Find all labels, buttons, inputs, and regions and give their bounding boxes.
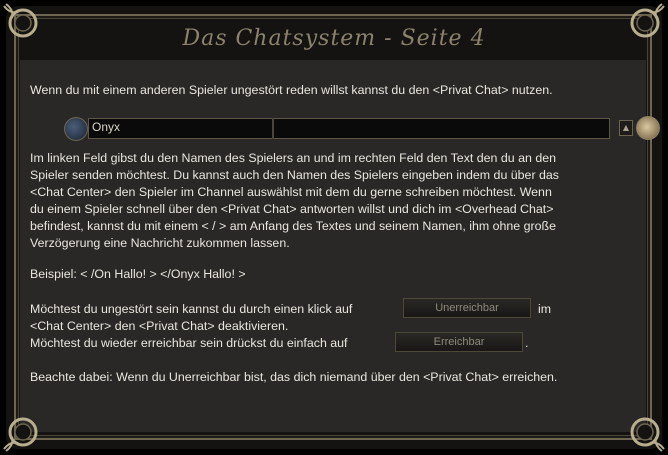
unreachable-text-before: Möchtest du ungestört sein kannst du dur… bbox=[30, 302, 353, 316]
unreachable-text-after: im bbox=[538, 302, 552, 316]
private-chat-bar: Onyx ▲ bbox=[62, 116, 660, 141]
reachable-button[interactable]: Erreichbar bbox=[395, 332, 523, 352]
reachable-text-after: . bbox=[525, 336, 529, 350]
explanation-line: Im linken Feld gibst du den Namen des Sp… bbox=[30, 151, 557, 165]
example-text: Beispiel: < /On Hallo! > </Onyx Hallo! > bbox=[30, 267, 246, 281]
explanation-line: du einem Spieler schnell über den <Priva… bbox=[30, 202, 554, 216]
message-input[interactable] bbox=[275, 118, 617, 137]
note-text: Beachte dabei: Wenn du Unerreichbar bist… bbox=[30, 370, 558, 384]
explanation-line: Spieler senden möchtest. Du kannst auch … bbox=[30, 168, 559, 182]
explanation-line: <Chat Center> den Spieler im Channel aus… bbox=[30, 185, 552, 199]
unreachable-button[interactable]: Unerreichbar bbox=[403, 298, 531, 318]
explanation-line: Verzögerung eine Nachricht zukommen lass… bbox=[30, 236, 290, 250]
corner-ornament-icon bbox=[630, 417, 665, 452]
title-bar: Das Chatsystem - Seite 4 bbox=[60, 18, 608, 58]
reachable-text-before: Möchtest du wieder erreichbar sein drück… bbox=[30, 336, 348, 350]
chat-channel-icon[interactable] bbox=[64, 117, 88, 141]
intro-text: Wenn du mit einem anderen Spieler ungest… bbox=[30, 83, 553, 97]
window-title: Das Chatsystem - Seite 4 bbox=[182, 25, 486, 51]
corner-ornament-icon bbox=[3, 3, 38, 38]
unreachable-text-line2: <Chat Center> den <Privat Chat> deaktivi… bbox=[30, 319, 289, 333]
send-icon[interactable] bbox=[636, 116, 660, 140]
chevron-up-icon[interactable]: ▲ bbox=[619, 120, 633, 136]
corner-ornament-icon bbox=[3, 417, 38, 452]
corner-ornament-icon bbox=[630, 3, 665, 38]
recipient-name-input[interactable]: Onyx bbox=[88, 118, 272, 137]
field-divider bbox=[272, 118, 274, 139]
explanation-text: Im linken Feld gibst du den Namen des Sp… bbox=[30, 150, 636, 252]
explanation-line: befindest, kannst du mit einem < / > am … bbox=[30, 219, 556, 233]
